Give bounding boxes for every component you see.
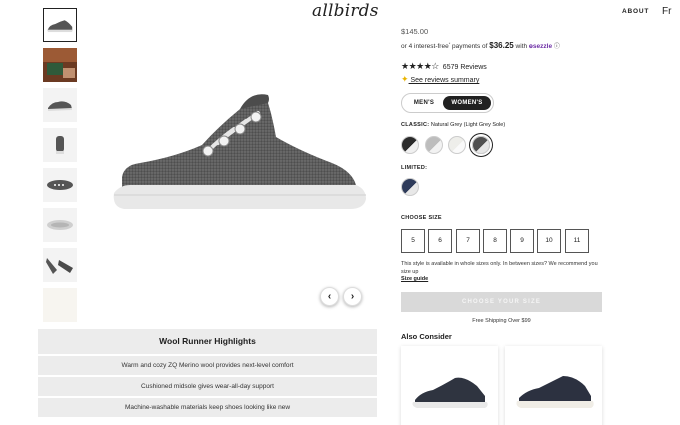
classic-color-name: Natural Grey (Light Grey Sole) xyxy=(430,122,506,128)
swatch-limited-navy[interactable] xyxy=(401,178,419,196)
size-option[interactable]: 6 xyxy=(428,229,452,253)
swatch-light-grey[interactable] xyxy=(425,136,443,154)
size-option[interactable]: 9 xyxy=(510,229,534,253)
carousel-prev-button[interactable]: ‹ xyxy=(320,287,339,306)
choose-size-button[interactable]: CHOOSE YOUR SIZE xyxy=(401,292,602,312)
classic-color-label: CLASSIC: Natural Grey (Light Grey Sole) xyxy=(401,122,506,128)
thumbnail-shoe-pair[interactable] xyxy=(43,248,77,282)
thumbnail-shoe-back[interactable] xyxy=(43,128,77,162)
thumbnail-shoe-side[interactable] xyxy=(43,8,77,42)
size-note: This style is available in whole sizes o… xyxy=(401,261,598,275)
installments-mid: payments of xyxy=(450,43,490,51)
installments-text: or 4 interest-free* payments of $36.25 w… xyxy=(401,41,560,51)
main-product-image xyxy=(100,85,370,220)
brand-logo[interactable]: allbirds xyxy=(312,1,379,21)
highlight-item: Cushioned midsole gives wear-all-day sup… xyxy=(38,377,377,396)
sparkle-icon: ✦ xyxy=(401,74,409,84)
recommendation-card[interactable] xyxy=(505,346,602,425)
size-option[interactable]: 11 xyxy=(565,229,589,253)
rating-row: ★★★★☆ 6579 Reviews xyxy=(401,61,487,72)
thumbnail-shoe-bottom[interactable] xyxy=(43,208,77,242)
thumbnail-shoe-top[interactable] xyxy=(43,168,77,202)
gender-men-button[interactable]: MEN'S xyxy=(406,96,442,110)
size-label: CHOOSE SIZE xyxy=(401,215,442,221)
product-price: $145.00 xyxy=(401,27,429,36)
highlight-item: Warm and cozy ZQ Merino wool provides ne… xyxy=(38,356,377,375)
highlight-item: Machine-washable materials keep shoes lo… xyxy=(38,398,377,417)
installment-amount: $36.25 xyxy=(489,41,514,51)
highlights-panel: Wool Runner Highlights Warm and cozy ZQ … xyxy=(38,329,377,417)
sezzle-logo: ꙩsezzle xyxy=(528,43,553,51)
nav-about-link[interactable]: ABOUT xyxy=(622,8,649,15)
size-option[interactable]: 8 xyxy=(483,229,507,253)
reviews-summary-link[interactable]: ✦ See reviews summary xyxy=(401,74,479,85)
recommendation-card[interactable] xyxy=(401,346,498,425)
site-header: allbirds ABOUT Fr xyxy=(0,0,680,25)
thumbnail-blank[interactable] xyxy=(43,288,77,322)
size-option[interactable]: 7 xyxy=(456,229,480,253)
swatch-black-white[interactable] xyxy=(401,136,419,154)
swatch-natural-grey[interactable] xyxy=(472,136,490,154)
gender-toggle: MEN'S WOMEN'S xyxy=(401,93,494,113)
thumbnail-shoe-angle[interactable] xyxy=(43,88,77,122)
size-option[interactable]: 5 xyxy=(401,229,425,253)
info-icon[interactable]: ⓘ xyxy=(554,44,560,50)
gender-women-button[interactable]: WOMEN'S xyxy=(443,96,491,110)
thumbnail-lifestyle[interactable] xyxy=(43,48,77,82)
swatch-natural-white[interactable] xyxy=(448,136,466,154)
installments-prefix: or 4 interest-free xyxy=(401,43,449,51)
rating-stars-icon: ★★★★☆ xyxy=(401,61,439,71)
size-option[interactable]: 10 xyxy=(537,229,561,253)
carousel-next-button[interactable]: › xyxy=(343,287,362,306)
review-count-link[interactable]: 6579 Reviews xyxy=(443,64,487,71)
shipping-note: Free Shipping Over $99 xyxy=(472,318,531,324)
thumbnail-list xyxy=(43,8,79,328)
highlights-title: Wool Runner Highlights xyxy=(38,329,377,354)
size-guide-link[interactable]: Size guide xyxy=(401,276,428,282)
limited-label: LIMITED: xyxy=(401,165,428,171)
nav-language-link[interactable]: Fr xyxy=(662,6,671,17)
installments-with: with xyxy=(513,43,529,51)
also-consider-heading: Also Consider xyxy=(401,332,452,341)
